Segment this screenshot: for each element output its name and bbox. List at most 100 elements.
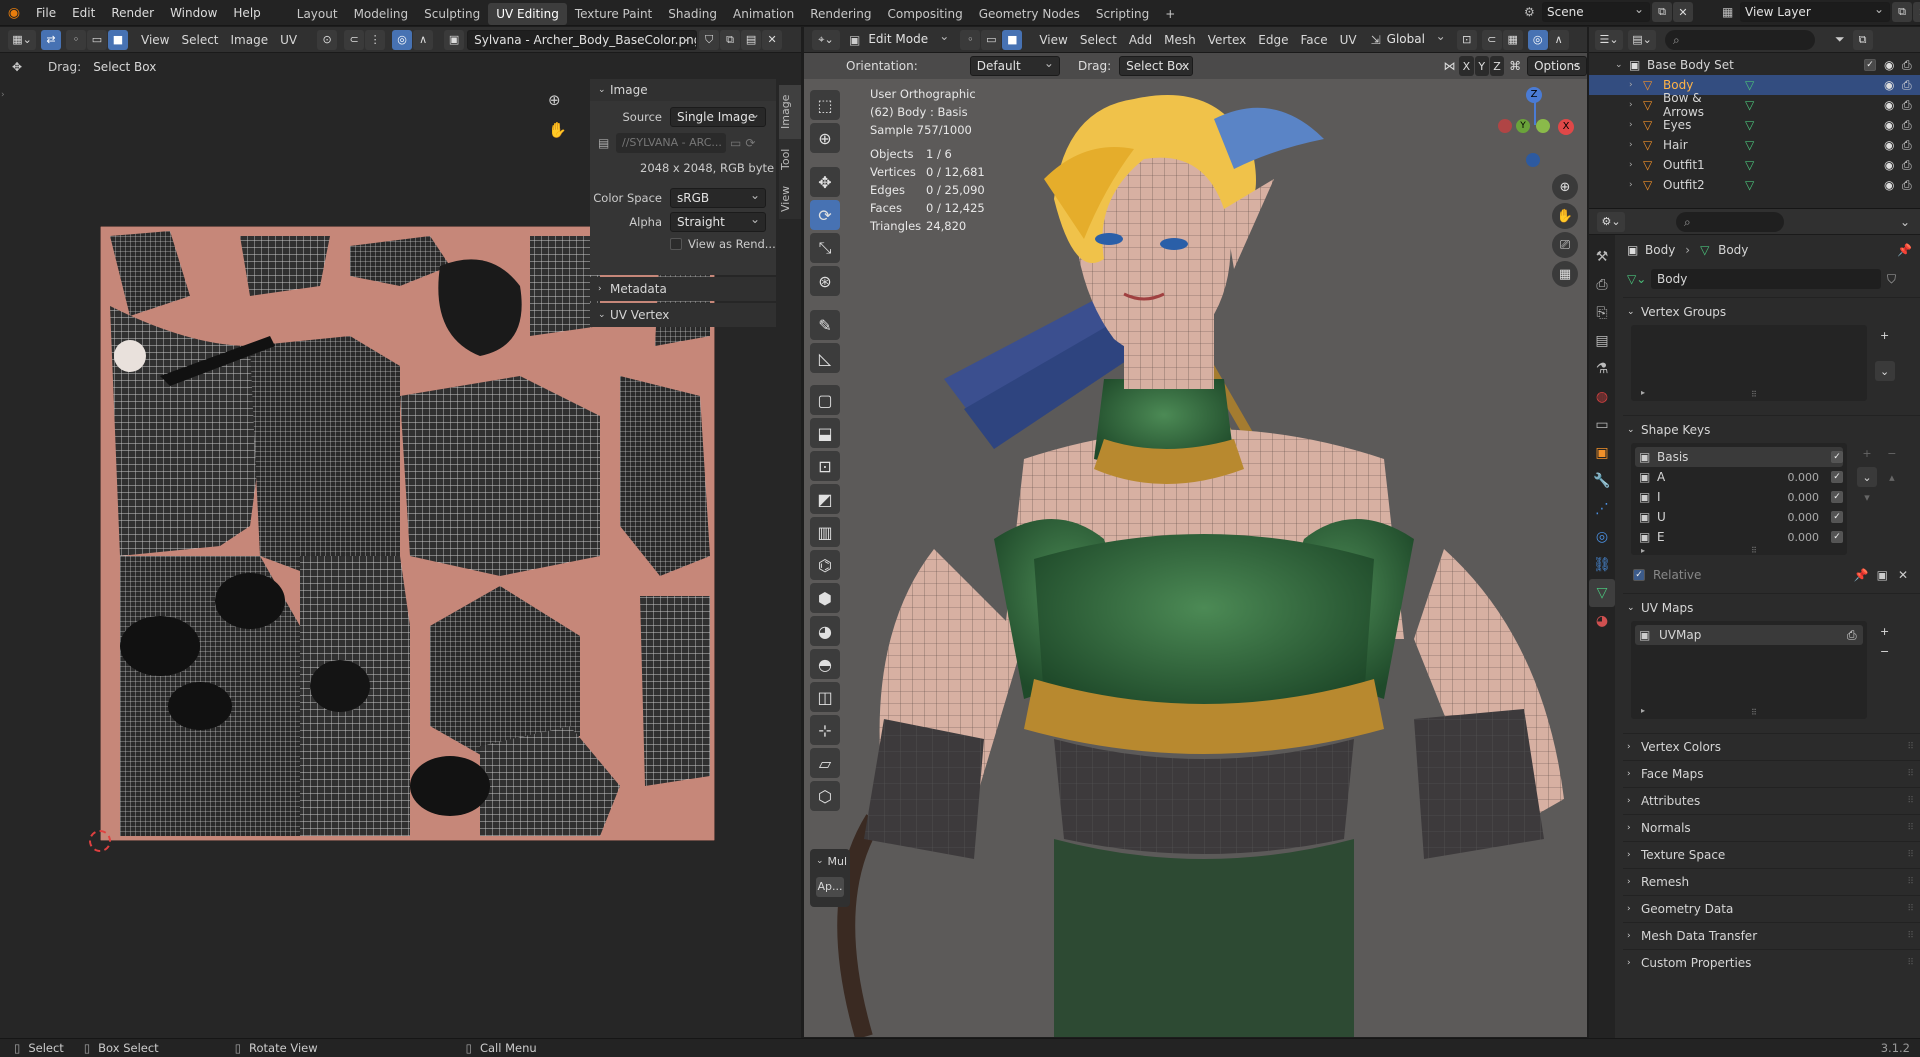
drag-handle-icon[interactable]: ⠿ <box>1907 796 1914 806</box>
blender-logo-icon[interactable]: ◉ <box>0 5 28 21</box>
physics-tab-icon[interactable]: ◎ <box>1589 523 1615 551</box>
move-key-down-icon[interactable]: ▾ <box>1857 487 1877 507</box>
alpha-dropdown[interactable]: Straight <box>670 212 766 232</box>
list-expand-icon[interactable]: ▸ <box>1641 388 1645 397</box>
rotate-tool-icon[interactable]: ⟳ <box>810 200 840 230</box>
color-space-dropdown[interactable]: sRGB <box>670 188 766 208</box>
viewport-drag-dropdown[interactable]: Select Box <box>1119 56 1194 76</box>
filepath-field[interactable]: //SYLVANA - ARC... <box>616 133 726 153</box>
delete-view-layer-icon[interactable]: ✕ <box>1913 2 1920 22</box>
last-operator-panel[interactable]: ⌄ Mul Ap... <box>810 849 850 907</box>
drag-handle-icon[interactable]: ⠿ <box>1907 823 1914 833</box>
unlink-image-icon[interactable]: ✕ <box>762 29 783 50</box>
viewport-menu-face[interactable]: Face <box>1294 30 1333 50</box>
list-resize-handle[interactable]: ⠿ <box>1751 708 1757 717</box>
gizmo-y[interactable]: Y <box>1516 119 1530 133</box>
loop-cut-tool-icon[interactable]: ▥ <box>810 517 840 547</box>
face-select-icon[interactable]: ■ <box>108 29 128 50</box>
shape-key-mute-checkbox[interactable]: ✓ <box>1831 451 1843 463</box>
falloff-icon[interactable]: ∧ <box>413 29 434 50</box>
editor-type-icon[interactable]: ▦⌄ <box>8 29 36 50</box>
properties-options-icon[interactable]: ⌄ <box>1900 215 1910 229</box>
vertex-groups-list[interactable]: ▸ ⠿ <box>1631 325 1867 401</box>
list-resize-handle[interactable]: ⠿ <box>1751 390 1757 399</box>
proportional-toggle-icon[interactable]: ◎ <box>1527 29 1548 50</box>
fake-user-icon[interactable]: ⛉ <box>699 29 720 50</box>
menu-edit[interactable]: Edit <box>64 0 103 26</box>
edge-mode-icon[interactable]: ▭ <box>981 29 1002 50</box>
shape-key-mute-checkbox[interactable]: ✓ <box>1831 471 1843 483</box>
remove-uv-map-icon[interactable]: − <box>1875 641 1895 661</box>
list-resize-handle[interactable]: ⠿ <box>1751 546 1757 555</box>
select-box-tool-icon[interactable]: ⬚ <box>810 90 840 120</box>
camera-view-icon[interactable]: ⎚ <box>1552 232 1578 258</box>
view-as-render-checkbox[interactable] <box>670 238 682 250</box>
pan-hand-icon[interactable]: ✋ <box>548 121 567 139</box>
poly-build-tool-icon[interactable]: ⬢ <box>810 583 840 613</box>
clear-shape-icon[interactable]: ✕ <box>1898 568 1908 582</box>
modifier-tab-icon[interactable]: 🔧 <box>1589 467 1615 495</box>
extrude-tool-icon[interactable]: ⬓ <box>810 418 840 448</box>
move-tool-icon[interactable]: ✥ <box>810 167 840 197</box>
toolbar-expand-arrow[interactable]: › <box>1 90 5 100</box>
viewport-menu-mesh[interactable]: Mesh <box>1158 30 1202 50</box>
section-header-normals[interactable]: › Normals ⠿ <box>1623 814 1920 841</box>
drag-handle-icon[interactable]: ⠿ <box>1907 850 1914 860</box>
outliner-item[interactable]: › ▽ Bow & Arrows ▽ ◉ ⎙ <box>1589 91 1920 119</box>
display-mode-icon[interactable]: ▤⌄ <box>1628 29 1656 50</box>
pivot-point-icon[interactable]: ⊡ <box>1456 29 1477 50</box>
rip-tool-icon[interactable]: ⬡ <box>810 781 840 811</box>
orientation-dropdown[interactable]: Default <box>969 56 1060 76</box>
shape-edit-mode-icon[interactable]: ▣ <box>1877 568 1888 582</box>
render-camera-icon[interactable]: ⎙ <box>1902 78 1920 93</box>
shape-key-row[interactable]: ▣ A 0.000 ✓ <box>1635 467 1843 487</box>
uv-maps-header[interactable]: ⌄ UV Maps <box>1623 593 1920 621</box>
move-key-up-icon[interactable]: ▴ <box>1882 467 1902 487</box>
workspace-tab-uv-editing[interactable]: UV Editing <box>488 2 567 25</box>
zoom-view-icon[interactable]: ⊕ <box>1552 174 1578 200</box>
edge-select-icon[interactable]: ▭ <box>87 29 107 50</box>
mesh-browse-icon[interactable]: ▽⌄ <box>1627 272 1651 286</box>
menu-file[interactable]: File <box>28 0 64 26</box>
gizmo-neg-x[interactable] <box>1498 119 1512 133</box>
shape-key-row[interactable]: ▣ U 0.000 ✓ <box>1635 507 1843 527</box>
workspace-tab-layout[interactable]: Layout <box>289 3 346 25</box>
visibility-eye-icon[interactable]: ◉ <box>1884 78 1902 92</box>
shrink-fatten-tool-icon[interactable]: ⊹ <box>810 715 840 745</box>
section-header-face-maps[interactable]: › Face Maps ⠿ <box>1623 760 1920 787</box>
folder-icon[interactable]: ▭ <box>730 136 741 150</box>
zoom-icon[interactable]: ⊕ <box>548 91 561 109</box>
workspace-tab-texture-paint[interactable]: Texture Paint <box>567 3 660 25</box>
add-shape-key-icon[interactable]: + <box>1857 443 1877 463</box>
viewport-menu-select[interactable]: Select <box>1074 30 1123 50</box>
drag-handle-icon[interactable]: ⠿ <box>1907 931 1914 941</box>
uv-menu-view[interactable]: View <box>135 30 175 50</box>
reload-icon[interactable]: ⟳ <box>745 136 755 150</box>
mesh-name-field[interactable]: Body <box>1651 269 1881 289</box>
view-layer-name[interactable]: View Layer <box>1740 2 1890 22</box>
render-camera-icon[interactable]: ⎙ <box>1902 158 1920 173</box>
fake-user-shield-icon[interactable]: ⛉ <box>1887 272 1896 287</box>
image-panel-header[interactable]: ⌄ Image <box>590 79 776 101</box>
vertex-mode-icon[interactable]: ◦ <box>960 29 981 50</box>
outliner-item[interactable]: › ▽ Outfit1 ▽ ◉ ⎙ <box>1589 155 1920 175</box>
section-header-remesh[interactable]: › Remesh ⠿ <box>1623 868 1920 895</box>
properties-search-field[interactable]: ⌕ <box>1676 211 1784 232</box>
visibility-eye-icon[interactable]: ◉ <box>1884 138 1902 152</box>
image-browse-icon[interactable]: ▣ <box>444 29 465 50</box>
menu-render[interactable]: Render <box>103 0 162 26</box>
face-mode-icon[interactable]: ■ <box>1002 29 1023 50</box>
gizmo-neg-z[interactable] <box>1526 153 1540 167</box>
collection-render-icon[interactable]: ⎙ <box>1902 58 1920 73</box>
add-cube-tool-icon[interactable]: ▢ <box>810 385 840 415</box>
transform-orientation-dropdown[interactable]: Global <box>1380 29 1451 50</box>
scene-selector[interactable]: ⚙ Scene ⧉ ✕ <box>1524 2 1694 22</box>
visibility-eye-icon[interactable]: ◉ <box>1884 118 1902 132</box>
shape-key-row[interactable]: ▣ I 0.000 ✓ <box>1635 487 1843 507</box>
inset-tool-icon[interactable]: ⊡ <box>810 451 840 481</box>
open-image-icon[interactable]: ▤ <box>741 29 762 50</box>
section-header-geometry-data[interactable]: › Geometry Data ⠿ <box>1623 895 1920 922</box>
list-expand-icon[interactable]: ▸ <box>1641 546 1645 555</box>
snap-target-icon[interactable]: ▦ <box>1502 29 1523 50</box>
shape-key-mute-checkbox[interactable]: ✓ <box>1831 511 1843 523</box>
